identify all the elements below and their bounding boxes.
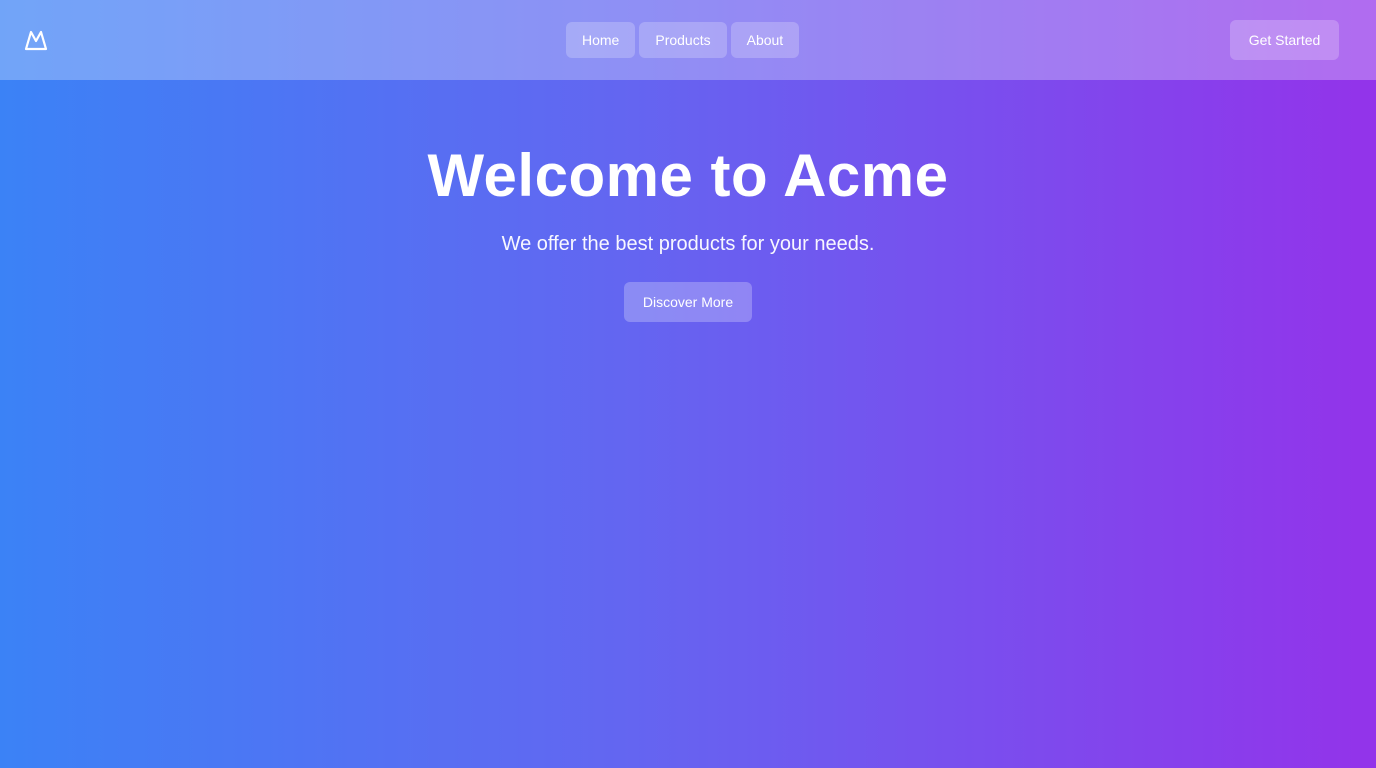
nav-about-button[interactable]: About <box>730 22 800 58</box>
discover-more-button[interactable]: Discover More <box>624 282 752 322</box>
mountain-icon[interactable] <box>24 29 48 51</box>
hero-subtitle: We offer the best products for your need… <box>501 233 875 255</box>
hero-section: Welcome to Acme We offer the best produc… <box>0 80 1376 322</box>
hero-title: Welcome to Acme <box>427 142 949 209</box>
nav-home-button[interactable]: Home <box>566 22 636 58</box>
site-header: Home Products About Get Started <box>0 0 1376 80</box>
nav-products-button[interactable]: Products <box>639 22 727 58</box>
get-started-button[interactable]: Get Started <box>1230 20 1339 60</box>
main-nav: Home Products About <box>566 22 800 58</box>
